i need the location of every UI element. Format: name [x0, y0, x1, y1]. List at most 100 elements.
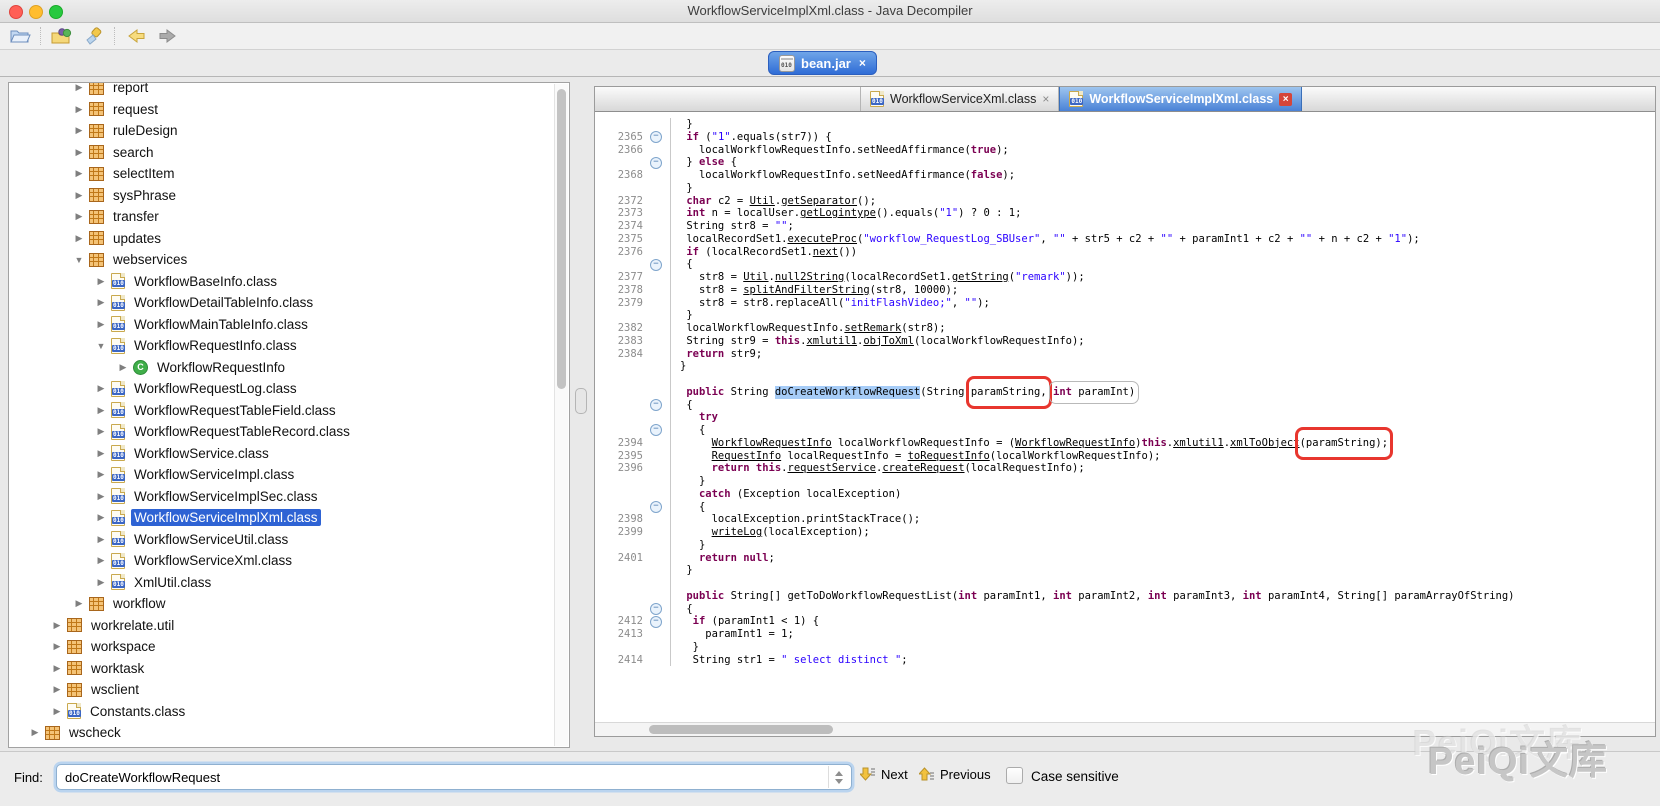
fold-icon[interactable]: − — [650, 501, 662, 513]
tree-item[interactable]: ▶workspace — [10, 636, 555, 658]
package-icon — [67, 640, 82, 654]
expand-arrow-icon[interactable]: ▶ — [72, 190, 86, 201]
expand-arrow-icon[interactable]: ▶ — [72, 104, 86, 115]
expand-arrow-icon[interactable]: ▶ — [50, 641, 64, 652]
tree-item[interactable]: ▼WorkflowRequestInfo.class — [10, 335, 555, 357]
package-icon — [89, 231, 104, 245]
find-previous-button[interactable]: Previous — [919, 766, 991, 782]
tab-close-icon[interactable]: × — [1279, 93, 1292, 106]
expand-arrow-icon[interactable]: ▶ — [94, 297, 108, 308]
fold-icon[interactable]: − — [650, 424, 662, 436]
tree-item-label: WorkflowServiceImplXml.class — [131, 509, 321, 526]
expand-arrow-icon[interactable]: ▶ — [94, 577, 108, 588]
find-input[interactable] — [56, 764, 852, 790]
tree-item[interactable]: ▶WorkflowServiceImplSec.class — [10, 486, 555, 508]
tree-item[interactable]: ▶workflow — [10, 593, 555, 615]
line-number: 2414 — [595, 654, 648, 667]
expand-arrow-icon[interactable]: ▶ — [28, 727, 42, 738]
open-type-icon[interactable] — [50, 25, 74, 47]
expand-arrow-icon[interactable]: ▶ — [50, 684, 64, 695]
forward-icon[interactable] — [156, 25, 180, 47]
zoom-window-button[interactable] — [49, 5, 63, 19]
expand-arrow-icon[interactable]: ▶ — [94, 383, 108, 394]
class-file-icon — [111, 445, 125, 461]
back-icon[interactable] — [124, 25, 148, 47]
tab-close-icon[interactable]: × — [1042, 93, 1049, 105]
stepper-up-icon[interactable] — [835, 771, 843, 776]
tree-item[interactable]: ▶WorkflowServiceXml.class — [10, 550, 555, 572]
expand-arrow-icon[interactable]: ▶ — [50, 663, 64, 674]
collapse-arrow-icon[interactable]: ▼ — [72, 255, 86, 265]
tree-item[interactable]: ▶ruleDesign — [10, 120, 555, 142]
open-file-icon[interactable] — [8, 25, 32, 47]
tree-item[interactable]: ▶WorkflowServiceUtil.class — [10, 529, 555, 551]
jar-tab-close-icon[interactable]: × — [859, 56, 866, 70]
expand-arrow-icon[interactable]: ▶ — [94, 319, 108, 330]
tree-scrollbar-thumb[interactable] — [557, 89, 566, 389]
fold-icon[interactable]: − — [650, 603, 662, 615]
expand-arrow-icon[interactable]: ▶ — [94, 555, 108, 566]
expand-arrow-icon[interactable]: ▶ — [72, 83, 86, 93]
tree-item[interactable]: ▶workrelate.util — [10, 615, 555, 637]
expand-arrow-icon[interactable]: ▶ — [72, 168, 86, 179]
find-history-stepper[interactable] — [828, 766, 849, 788]
editor-tab[interactable]: WorkflowServiceImplXml.class× — [1059, 87, 1302, 111]
tree-item[interactable]: ▶wscheck — [10, 722, 555, 744]
tree-item[interactable]: ▶WorkflowRequestTableRecord.class — [10, 421, 555, 443]
tree-item[interactable]: ▶WorkflowServiceImpl.class — [10, 464, 555, 486]
expand-arrow-icon[interactable]: ▶ — [94, 512, 108, 523]
expand-arrow-icon[interactable]: ▶ — [94, 469, 108, 480]
fold-icon[interactable]: − — [650, 157, 662, 169]
tree-item[interactable]: ▶search — [10, 142, 555, 164]
expand-arrow-icon[interactable]: ▶ — [72, 147, 86, 158]
case-sensitive-checkbox[interactable] — [1006, 767, 1023, 784]
tree-item[interactable]: ▶report — [10, 83, 555, 99]
tree-item[interactable]: ▶transfer — [10, 206, 555, 228]
expand-arrow-icon[interactable]: ▶ — [94, 448, 108, 459]
expand-arrow-icon[interactable]: ▶ — [72, 211, 86, 222]
close-window-button[interactable] — [9, 5, 23, 19]
expand-arrow-icon[interactable]: ▶ — [94, 276, 108, 287]
expand-arrow-icon[interactable]: ▶ — [94, 491, 108, 502]
tree-item[interactable]: ▶selectItem — [10, 163, 555, 185]
tree-item[interactable]: ▶updates — [10, 228, 555, 250]
expand-arrow-icon[interactable]: ▶ — [116, 362, 130, 373]
fold-icon[interactable]: − — [650, 616, 662, 628]
tree-item[interactable]: ▶WorkflowRequestInfo — [10, 357, 555, 379]
tree-item[interactable]: ▶ WorkflowServiceImplXml.class — [10, 507, 555, 529]
expand-arrow-icon[interactable]: ▶ — [94, 534, 108, 545]
splitter-handle[interactable] — [575, 388, 587, 414]
expand-arrow-icon[interactable]: ▶ — [50, 706, 64, 717]
tree-item[interactable]: ▶sysPhrase — [10, 185, 555, 207]
minimize-window-button[interactable] — [29, 5, 43, 19]
fold-icon[interactable]: − — [650, 131, 662, 143]
tree-item[interactable]: ▶request — [10, 99, 555, 121]
tree-item[interactable]: ▶wsclient — [10, 679, 555, 701]
tree-item[interactable]: ▶WorkflowDetailTableInfo.class — [10, 292, 555, 314]
tree-item[interactable]: ▶WorkflowMainTableInfo.class — [10, 314, 555, 336]
tree-item[interactable]: ▼webservices — [10, 249, 555, 271]
fold-column: − — [648, 259, 664, 271]
expand-arrow-icon[interactable]: ▶ — [72, 125, 86, 136]
tree-item[interactable]: ▶worktask — [10, 658, 555, 680]
expand-arrow-icon[interactable]: ▶ — [72, 233, 86, 244]
tree-item[interactable]: ▶WorkflowRequestLog.class — [10, 378, 555, 400]
find-next-button[interactable]: Next — [860, 766, 908, 782]
tree-item[interactable]: ▶WorkflowBaseInfo.class — [10, 271, 555, 293]
expand-arrow-icon[interactable]: ▶ — [94, 405, 108, 416]
stepper-down-icon[interactable] — [835, 779, 843, 784]
search-icon[interactable] — [82, 25, 106, 47]
tree-item[interactable]: ▶WorkflowService.class — [10, 443, 555, 465]
code-scrollbar-thumb[interactable] — [649, 725, 833, 734]
expand-arrow-icon[interactable]: ▶ — [72, 598, 86, 609]
jar-tab[interactable]: bean.jar × — [768, 51, 877, 75]
expand-arrow-icon[interactable]: ▶ — [94, 426, 108, 437]
fold-icon[interactable]: − — [650, 259, 662, 271]
tree-item[interactable]: ▶WorkflowRequestTableField.class — [10, 400, 555, 422]
tree-item[interactable]: ▶Constants.class — [10, 701, 555, 723]
fold-icon[interactable]: − — [650, 399, 662, 411]
tree-item[interactable]: ▶XmlUtil.class — [10, 572, 555, 594]
expand-arrow-icon[interactable]: ▶ — [50, 620, 64, 631]
editor-tab[interactable]: WorkflowServiceXml.class× — [860, 87, 1059, 111]
collapse-arrow-icon[interactable]: ▼ — [94, 341, 108, 351]
